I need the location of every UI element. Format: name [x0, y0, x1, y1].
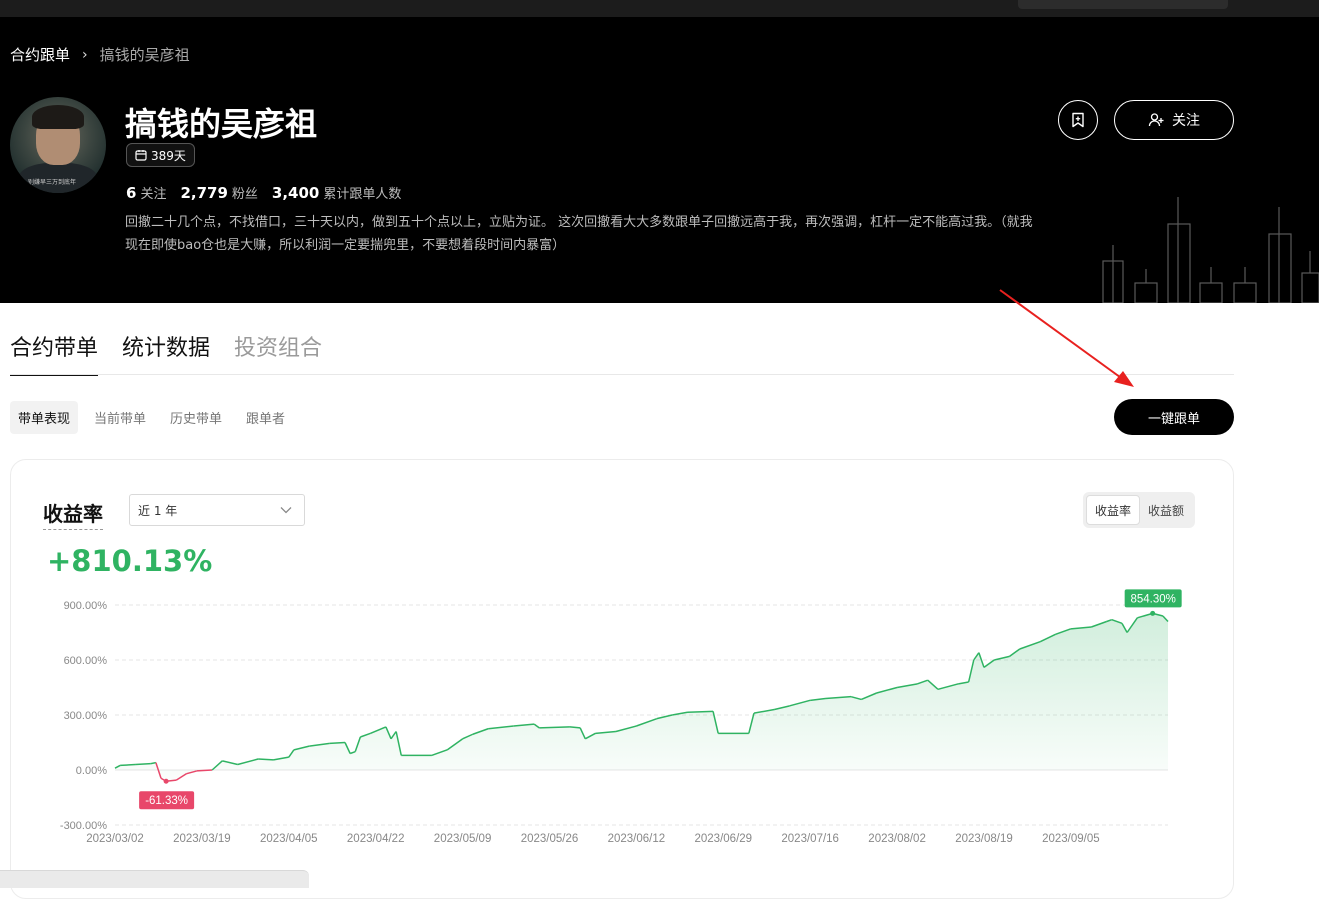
main-tabs: 合约带单 统计数据 投资组合: [10, 330, 322, 376]
calendar-icon: [135, 150, 147, 161]
tab-portfolio[interactable]: 投资组合: [234, 330, 322, 376]
tab-copy-trading[interactable]: 合约带单: [10, 330, 99, 376]
trader-name: 搞钱的吴彦祖: [125, 105, 318, 143]
breadcrumb: 合约跟单 › 搞钱的吴彦祖: [10, 44, 190, 65]
subtab-history-orders[interactable]: 历史带单: [162, 401, 230, 434]
copiers-stat: 3,400 累计跟单人数: [271, 184, 402, 202]
trader-bio: 回撤二十几个点，不找借口，三十天以内，做到五十个点以上，立贴为证。 这次回撤看大…: [125, 215, 1033, 253]
sub-tabs: 带单表现 当前带单 历史带单 跟单者: [10, 401, 293, 434]
days-value: 389天: [151, 148, 186, 163]
tabs-divider: [10, 374, 1234, 375]
range-select-value: 近 1 年: [138, 503, 178, 518]
chevron-down-icon: [280, 507, 292, 514]
profile-header: 合约跟单 › 搞钱的吴彦祖 别嫌早三万到底年 搞钱的吴彦祖 389天 6 关注 2…: [0, 17, 1319, 303]
avatar: 别嫌早三万到底年: [10, 97, 106, 193]
subtab-followers[interactable]: 跟单者: [238, 401, 293, 434]
profile-stats: 6 关注 2,779 粉丝 3,400 累计跟单人数: [126, 183, 401, 202]
performance-card: 收益率 近 1 年 收益率 收益额 +810.13%: [10, 459, 1234, 899]
range-select[interactable]: 近 1 年: [129, 494, 305, 526]
avatar-caption: 别嫌早三万到底年: [28, 179, 77, 186]
search-box[interactable]: [1018, 0, 1228, 9]
days-badge: 389天: [126, 143, 195, 167]
subtab-performance[interactable]: 带单表现: [10, 401, 79, 434]
chevron-right-icon: ›: [82, 46, 88, 63]
breadcrumb-current: 搞钱的吴彦祖: [99, 46, 190, 64]
yield-value: +810.13%: [47, 544, 213, 578]
breadcrumb-parent-link[interactable]: 合约跟单: [10, 44, 70, 65]
candlestick-decoration: [1102, 197, 1319, 303]
subtab-current-orders[interactable]: 当前带单: [86, 401, 154, 434]
tab-statistics[interactable]: 统计数据: [122, 330, 210, 376]
toggle-yield-amount[interactable]: 收益额: [1140, 495, 1192, 525]
one-click-copy-button[interactable]: 一键跟单: [1114, 399, 1234, 435]
bottom-bar: [0, 870, 309, 888]
fans-stat[interactable]: 2,779 粉丝: [180, 183, 257, 202]
top-nav-bar: [0, 0, 1319, 17]
add-user-icon: [1148, 113, 1164, 127]
toggle-yield-rate[interactable]: 收益率: [1086, 495, 1141, 525]
bookmark-icon: [1072, 112, 1084, 128]
metric-toggle: 收益率 收益额: [1083, 492, 1196, 528]
follow-button[interactable]: 关注: [1114, 100, 1234, 140]
following-stat[interactable]: 6 关注: [126, 183, 166, 202]
metric-title[interactable]: 收益率: [43, 498, 103, 530]
follow-label: 关注: [1172, 113, 1200, 129]
bookmark-button[interactable]: [1058, 100, 1098, 140]
